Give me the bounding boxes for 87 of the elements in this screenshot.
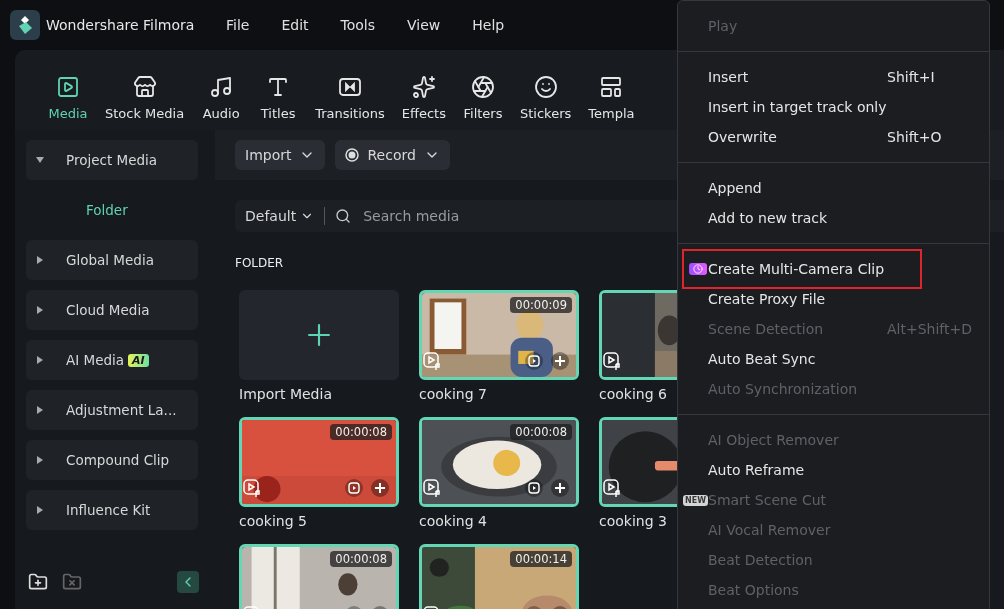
toolbar-tab[interactable]: Stickers	[520, 75, 572, 121]
sidebar-item[interactable]: Cloud Media	[26, 290, 198, 330]
sidebar-label: Influence Kit	[66, 502, 151, 518]
duration-label: 00:00:08	[330, 551, 392, 567]
sparkles-icon	[411, 75, 436, 99]
clip-thumbnail[interactable]: 00:00:08	[419, 417, 579, 507]
shortcut-label: Alt+Shift+D	[887, 321, 973, 337]
section-heading: FOLDER	[235, 256, 284, 270]
toolbar-tab[interactable]: Filters	[463, 75, 503, 121]
media-name: Import Media	[239, 386, 332, 402]
media-name: cooking 4	[419, 513, 487, 529]
collapse-button[interactable]	[177, 571, 199, 593]
add-icon[interactable]	[550, 478, 570, 498]
sidebar-item[interactable]: Compound Clip	[26, 440, 198, 480]
template-icon	[599, 75, 624, 99]
transition-icon	[337, 75, 362, 99]
media-icon	[56, 75, 80, 99]
menu-item[interactable]: Auto Beat Sync	[678, 344, 989, 374]
clip-thumbnail[interactable]: 00:00:14	[419, 544, 579, 609]
toolbar-tab[interactable]: Templa	[588, 75, 635, 121]
sort-dropdown[interactable]: Default	[245, 208, 315, 224]
sidebar-item[interactable]: Project Media	[26, 140, 198, 180]
menu-item[interactable]: Overwrite Shift+O	[678, 122, 989, 152]
menu-item[interactable]: File	[226, 17, 250, 33]
menu-item[interactable]: Edit	[281, 17, 309, 33]
sidebar-label: Cloud Media	[66, 302, 150, 318]
toolbar-tab[interactable]: Media	[48, 75, 88, 121]
camera-icon[interactable]	[344, 478, 364, 498]
sidebar-item[interactable]: Global Media	[26, 240, 198, 280]
sidebar-label: AI Media	[66, 352, 125, 368]
sidebar-item[interactable]: AI Media AI	[26, 340, 198, 380]
sidebar-label: Project Media	[66, 152, 158, 168]
duration-label: 00:00:09	[510, 297, 572, 313]
duration-label: 00:00:14	[510, 551, 572, 567]
sidebar-label: Compound Clip	[66, 452, 170, 468]
clip-thumbnail[interactable]: 00:00:09	[419, 290, 579, 380]
menu-item[interactable]: Auto Reframe	[678, 455, 989, 485]
toolbar-tab[interactable]: Effects	[401, 75, 446, 121]
media-name: cooking 6	[599, 386, 667, 402]
add-icon[interactable]	[550, 351, 570, 371]
sidebar-item[interactable]: Influence Kit	[26, 490, 198, 530]
toolbar-tab[interactable]: Titles	[258, 75, 299, 121]
media-name: cooking 3	[599, 513, 667, 529]
duration-label: 00:00:08	[330, 424, 392, 440]
proxy-icon[interactable]	[602, 351, 622, 371]
add-icon[interactable]	[370, 478, 390, 498]
camera-icon[interactable]	[524, 351, 544, 371]
shortcut-label: Shift+I	[887, 69, 935, 85]
menu-item[interactable]: Tools	[340, 17, 376, 33]
proxy-icon[interactable]	[242, 478, 262, 498]
proxy-icon[interactable]	[602, 478, 622, 498]
folder-item[interactable]: Folder	[26, 190, 215, 230]
clip-thumbnail[interactable]: 00:00:08	[239, 417, 399, 507]
duration-label: 00:00:08	[510, 424, 572, 440]
record-icon	[345, 148, 360, 162]
media-name: cooking 5	[239, 513, 307, 529]
new-badge: NEW	[683, 494, 708, 506]
menu-item[interactable]: Add to new track	[678, 203, 989, 233]
new-folder-icon[interactable]	[28, 572, 48, 592]
media-name: cooking 7	[419, 386, 487, 402]
sidebar-label: Global Media	[66, 252, 154, 268]
music-note-icon	[209, 75, 234, 99]
record-button[interactable]: Record	[335, 140, 450, 170]
shortcut-label: Shift+O	[887, 129, 942, 145]
clock-icon	[689, 263, 707, 275]
camera-icon[interactable]	[524, 478, 544, 498]
import-button[interactable]: Import	[235, 140, 326, 170]
sidebar-label: Adjustment La...	[66, 402, 177, 418]
toolbar-tab[interactable]: Audio	[201, 75, 242, 121]
store-icon	[132, 75, 157, 99]
delete-folder-icon[interactable]	[62, 572, 82, 592]
menu-item[interactable]: Help	[472, 17, 505, 33]
proxy-icon[interactable]	[422, 478, 442, 498]
sidebar-item[interactable]: Adjustment La...	[26, 390, 198, 430]
menu-item[interactable]: Insert in target track only	[678, 92, 989, 122]
menu-item[interactable]: View	[407, 17, 441, 33]
menu-item[interactable]: Insert Shift+I	[678, 62, 989, 92]
clip-thumbnail[interactable]: 00:00:08	[239, 544, 399, 609]
search-icon	[335, 208, 352, 224]
ai-badge: AI	[128, 353, 149, 367]
sticker-icon	[533, 75, 558, 99]
menu-item[interactable]: Append	[678, 173, 989, 203]
app-title: Wondershare Filmora	[46, 17, 196, 33]
toolbar-tab[interactable]: Transitions	[315, 75, 385, 121]
filter-icon	[471, 75, 495, 99]
app-logo	[10, 10, 40, 40]
toolbar-tab[interactable]: Stock Media	[105, 75, 185, 121]
